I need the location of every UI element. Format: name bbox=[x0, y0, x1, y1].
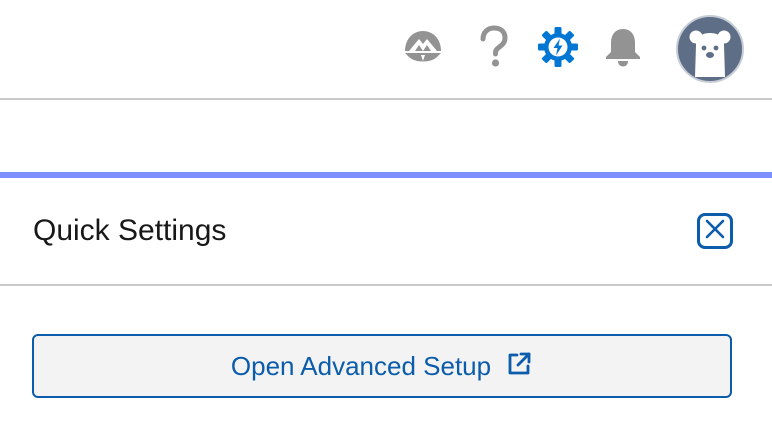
user-avatar[interactable] bbox=[676, 15, 744, 83]
quick-settings-panel: Quick Settings Open Advanced Setup bbox=[0, 178, 772, 444]
setup-button[interactable] bbox=[535, 26, 581, 72]
close-button[interactable] bbox=[697, 213, 733, 249]
open-advanced-setup-button[interactable]: Open Advanced Setup bbox=[32, 334, 732, 398]
help-button[interactable] bbox=[476, 24, 512, 74]
bear-avatar bbox=[678, 30, 742, 81]
open-advanced-setup-label: Open Advanced Setup bbox=[230, 350, 492, 381]
trailhead-button[interactable] bbox=[400, 28, 446, 68]
notifications-button[interactable] bbox=[600, 26, 646, 72]
setup-gear-icon bbox=[537, 26, 579, 73]
external-link-icon bbox=[505, 350, 533, 378]
panel-header: Quick Settings bbox=[0, 178, 772, 286]
trailhead-icon bbox=[401, 27, 445, 70]
subheader-area bbox=[0, 100, 772, 173]
panel-title: Quick Settings bbox=[33, 214, 227, 247]
bell-icon bbox=[603, 26, 643, 73]
global-header bbox=[0, 0, 772, 100]
close-icon bbox=[704, 218, 726, 245]
help-icon bbox=[477, 24, 511, 74]
